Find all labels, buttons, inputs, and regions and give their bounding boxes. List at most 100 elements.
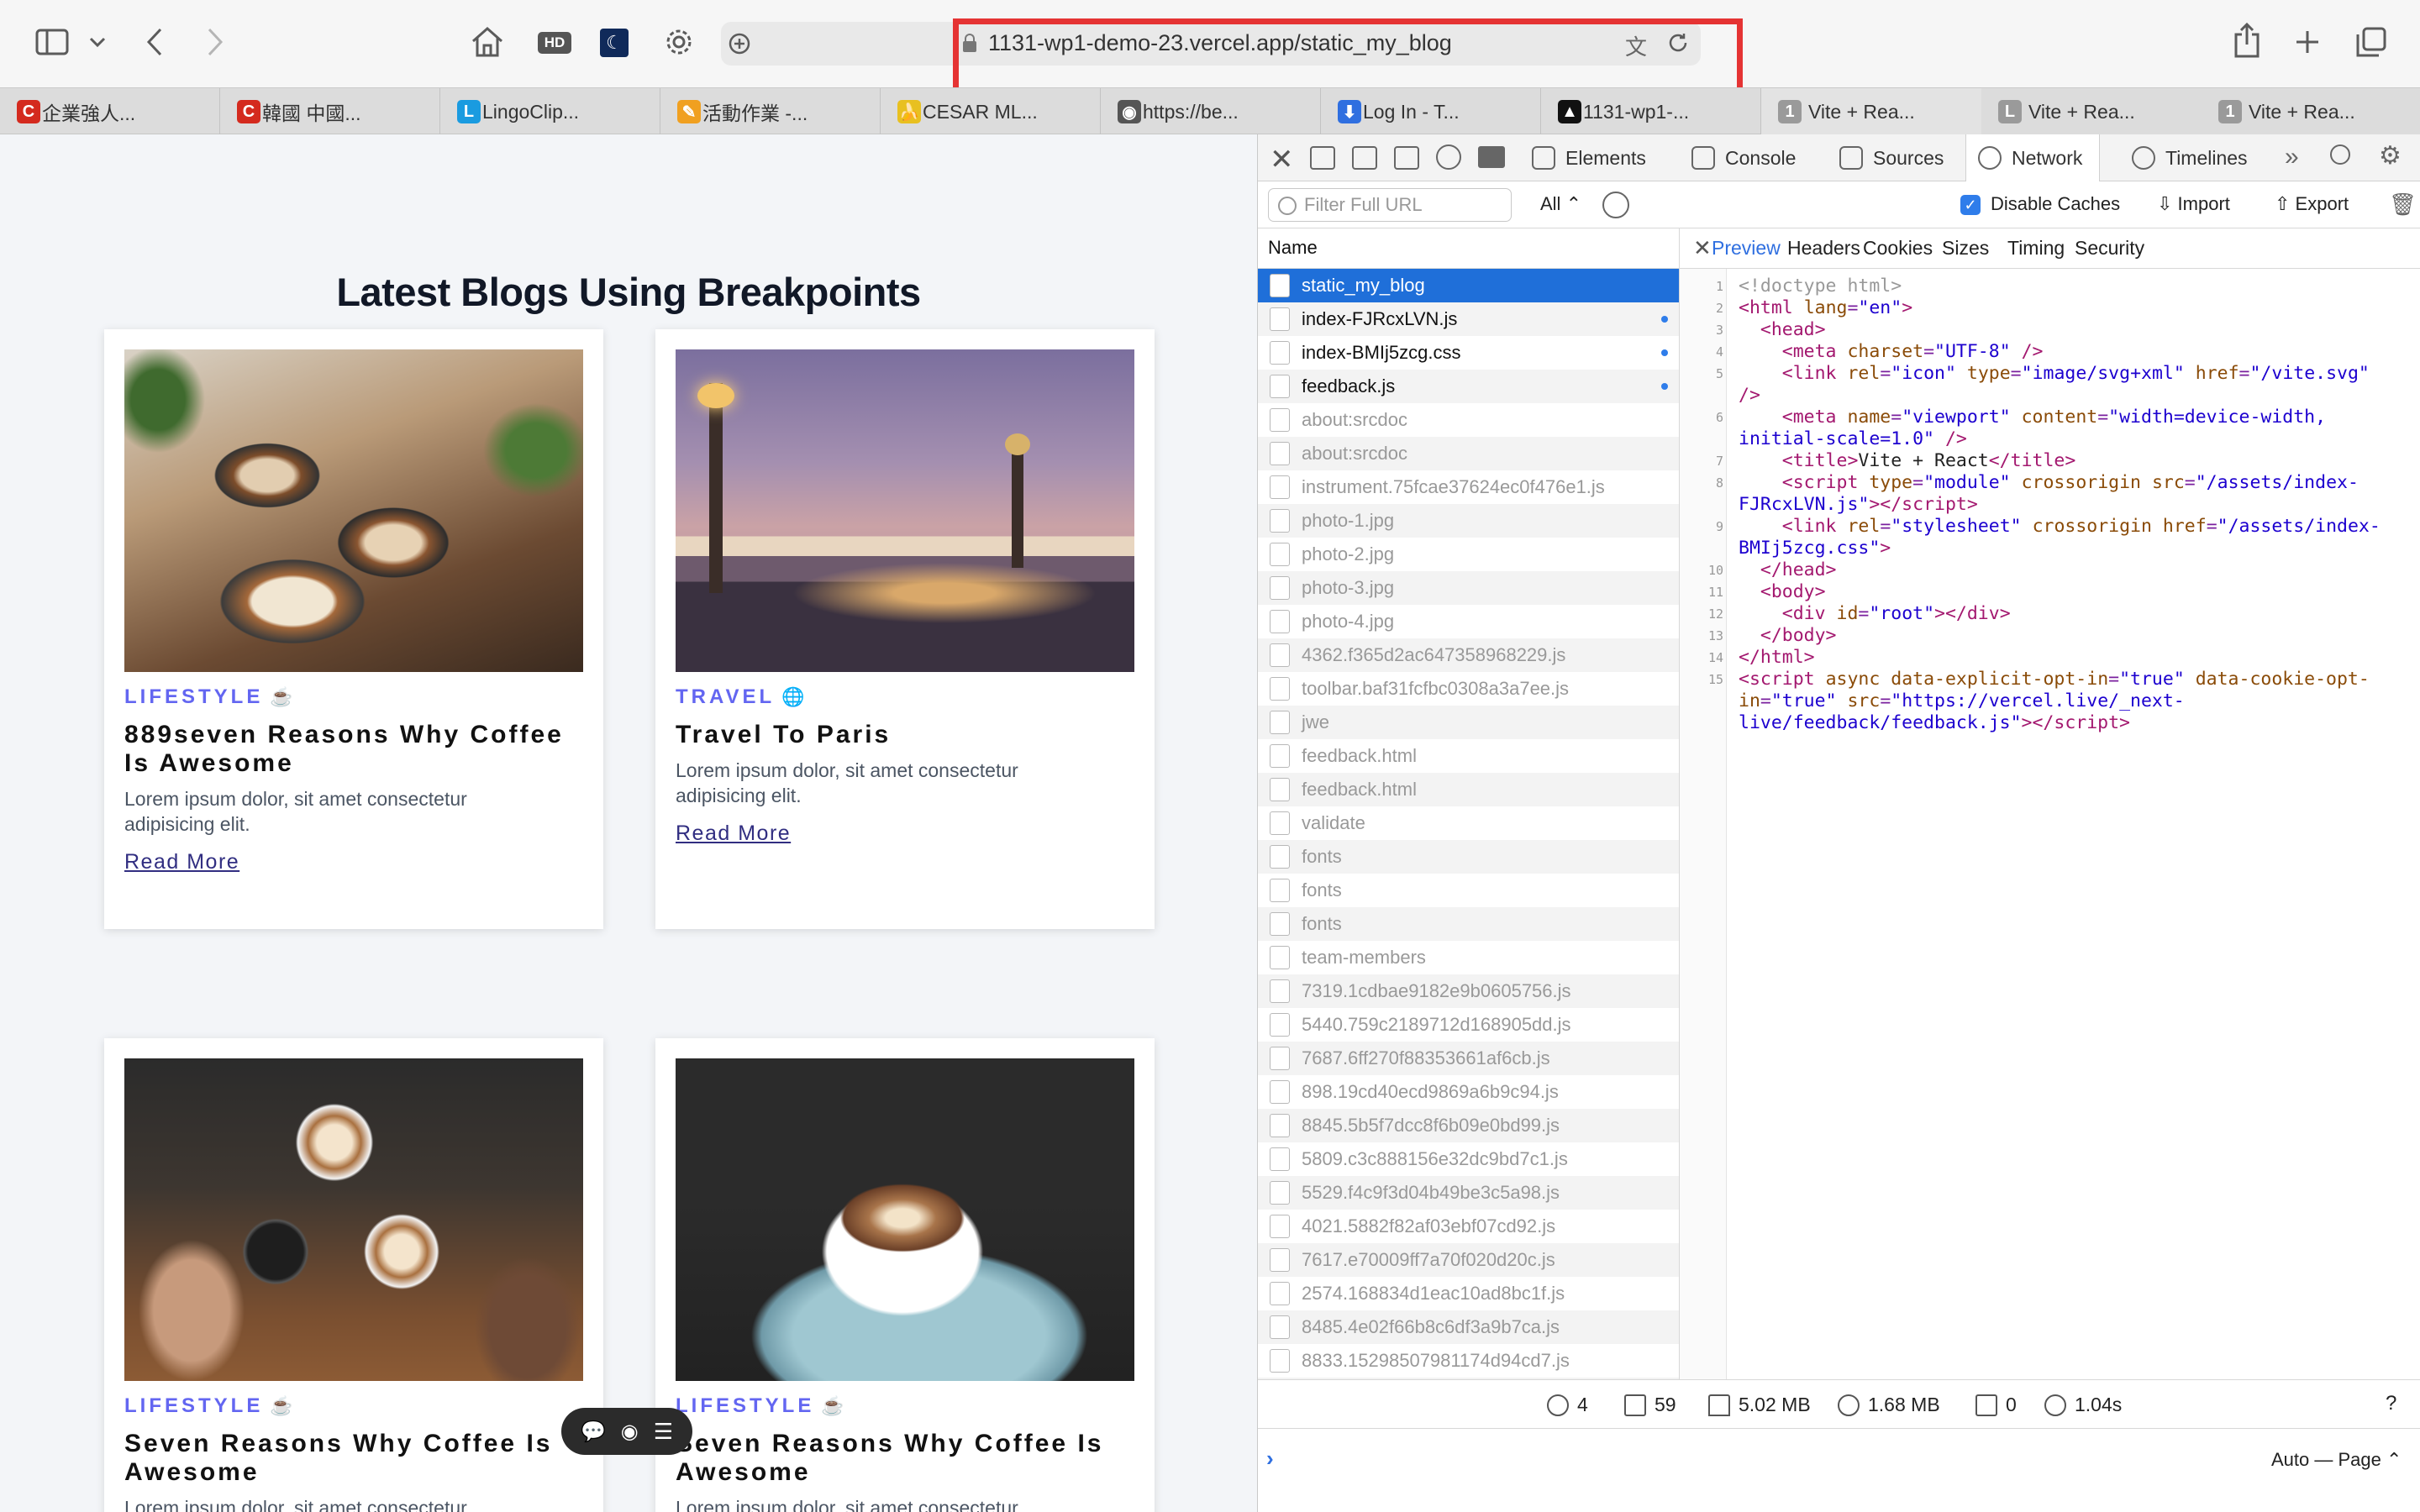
request-row[interactable]: 8485.4e02f66b8c6df3a9b7ca.js	[1258, 1310, 1679, 1344]
tab-timing[interactable]: Timing	[2007, 237, 2065, 260]
console-prompt-bar[interactable]: › Auto — Page ⌃	[1258, 1428, 2420, 1512]
execution-context-select[interactable]: Auto — Page ⌃	[2271, 1449, 2402, 1471]
request-row[interactable]: team-members	[1258, 941, 1679, 974]
request-row[interactable]: about:srcdoc	[1258, 403, 1679, 437]
eye-icon[interactable]: ◉	[621, 1420, 639, 1444]
tab-item[interactable]: L LingoClip...	[440, 88, 660, 135]
request-row[interactable]: 7687.6ff270f88353661af6cb.js	[1258, 1042, 1679, 1075]
request-row[interactable]: about:srcdoc	[1258, 437, 1679, 470]
request-row[interactable]: 7617.e70009ff7a70f020d20c.js	[1258, 1243, 1679, 1277]
request-row[interactable]: static_my_blog	[1258, 269, 1679, 302]
tab-headers[interactable]: Headers	[1787, 237, 1860, 260]
request-row[interactable]: jwe	[1258, 706, 1679, 739]
request-row[interactable]: 2574.168834d1eac10ad8bc1f.js	[1258, 1277, 1679, 1310]
request-row[interactable]: photo-4.jpg	[1258, 605, 1679, 638]
request-name: photo-3.jpg	[1302, 577, 1395, 598]
search-icon[interactable]	[2330, 144, 2350, 165]
tab-label: CESAR ML...	[923, 100, 1038, 123]
gear-icon[interactable]	[662, 25, 696, 59]
tab-cookies[interactable]: Cookies	[1863, 237, 1933, 260]
settings-gear-icon[interactable]: ⚙	[2379, 141, 2402, 171]
request-row[interactable]: index-FJRcxLVN.js	[1258, 302, 1679, 336]
device-icon[interactable]	[1478, 146, 1505, 168]
chevron-down-icon[interactable]	[87, 32, 108, 52]
clear-icon[interactable]: 🗑	[2389, 192, 2417, 218]
tab-item[interactable]: ⬇ Log In - T...	[1321, 88, 1541, 135]
hd-badge[interactable]: HD	[538, 32, 571, 54]
more-tabs-icon[interactable]: »	[2285, 143, 2299, 171]
request-row[interactable]: 5529.f4c9f3d04b49be3c5a98.js	[1258, 1176, 1679, 1210]
menu-icon[interactable]: ☰	[654, 1419, 673, 1445]
crosshair-icon[interactable]	[1436, 144, 1461, 170]
filter-options-icon[interactable]	[1602, 192, 1629, 218]
request-row[interactable]: index-BMIj5zcg.css	[1258, 336, 1679, 370]
tab-preview[interactable]: Preview	[1712, 237, 1781, 260]
request-row[interactable]: feedback.html	[1258, 739, 1679, 773]
read-more-link[interactable]: Read More	[676, 822, 791, 846]
request-row[interactable]: 5440.759c2189712d168905dd.js	[1258, 1008, 1679, 1042]
request-row[interactable]: 5809.c3c888156e32dc9bd7c1.js	[1258, 1142, 1679, 1176]
tab-item[interactable]: L Vite + Rea...	[1981, 88, 2203, 135]
sidebar-toggle-icon[interactable]	[34, 27, 71, 57]
back-icon[interactable]	[141, 25, 168, 59]
request-row[interactable]: fonts	[1258, 840, 1679, 874]
close-icon[interactable]: ✕	[1270, 143, 1294, 176]
line-gutter: 1 2 3 4 5 6 7 8 9 10 11 12 13 14 15	[1680, 269, 1727, 1379]
request-row[interactable]: feedback.js	[1258, 370, 1679, 403]
resource-type-select[interactable]: All ⌃	[1540, 193, 1581, 215]
tab-elements[interactable]: Elements	[1532, 134, 1646, 181]
request-name: 2574.168834d1eac10ad8bc1f.js	[1302, 1283, 1565, 1304]
request-row[interactable]: photo-1.jpg	[1258, 504, 1679, 538]
tab-item[interactable]: ▲ 1131-wp1-...	[1541, 88, 1761, 135]
request-row[interactable]: 898.19cd40ecd9869a6b9c94.js	[1258, 1075, 1679, 1109]
request-row[interactable]: photo-3.jpg	[1258, 571, 1679, 605]
request-row[interactable]: 4021.5882f82af03ebf07cd92.js	[1258, 1210, 1679, 1243]
tab-console[interactable]: Console	[1691, 134, 1796, 181]
dock-left-icon[interactable]	[1310, 146, 1335, 170]
request-row[interactable]: 8845.5b5f7dcc8f6b09e0bd99.js	[1258, 1109, 1679, 1142]
dark-mode-icon[interactable]: ☾	[600, 29, 629, 57]
tab-overview-icon[interactable]	[2354, 25, 2388, 59]
request-row[interactable]: feedback.html	[1258, 773, 1679, 806]
tab-item[interactable]: C 企業強人...	[0, 88, 220, 135]
css-file-icon	[1270, 341, 1290, 365]
import-button[interactable]: ⇩ Import	[2157, 193, 2230, 215]
tab-item[interactable]: 1 Vite + Rea...	[2202, 88, 2420, 135]
read-more-link[interactable]: Read More	[124, 850, 239, 874]
detach-icon[interactable]	[1394, 146, 1419, 170]
tab-item[interactable]: ✎ 活動作業 -...	[660, 88, 881, 135]
add-page-icon[interactable]	[728, 32, 751, 55]
request-row[interactable]: 4362.f365d2ac647358968229.js	[1258, 638, 1679, 672]
new-tab-icon[interactable]	[2292, 27, 2323, 57]
name-column-header[interactable]: Name	[1258, 228, 1680, 269]
help-icon[interactable]: ?	[2386, 1392, 2396, 1415]
request-row[interactable]: 8833.15298507981174d94cd7.js	[1258, 1344, 1679, 1378]
line-number: 5	[1715, 366, 1723, 381]
tab-sources[interactable]: Sources	[1839, 134, 1944, 181]
disable-caches-checkbox[interactable]: ✓	[1960, 195, 1981, 215]
close-detail-icon[interactable]: ✕	[1693, 235, 1712, 261]
filter-url-input[interactable]: Filter Full URL	[1268, 188, 1512, 222]
request-row[interactable]: fonts	[1258, 907, 1679, 941]
tab-security[interactable]: Security	[2075, 237, 2144, 260]
tab-item[interactable]: ◉ https://be...	[1101, 88, 1321, 135]
export-button[interactable]: ⇧ Export	[2275, 193, 2349, 215]
comment-icon[interactable]: 💬	[581, 1420, 606, 1444]
request-row[interactable]: toolbar.baf31fcfbc0308a3a7ee.js	[1258, 672, 1679, 706]
tab-item[interactable]: 1 Vite + Rea...	[1761, 88, 1983, 135]
tab-timelines[interactable]: Timelines	[2132, 134, 2248, 181]
request-row[interactable]: 7319.1cdbae9182e9b0605756.js	[1258, 974, 1679, 1008]
request-row[interactable]: validate	[1258, 806, 1679, 840]
request-row[interactable]: fonts	[1258, 874, 1679, 907]
share-icon[interactable]	[2232, 22, 2262, 59]
tab-network[interactable]: Network	[1965, 134, 2101, 181]
home-icon[interactable]	[469, 24, 506, 60]
tab-sizes[interactable]: Sizes	[1942, 237, 1989, 260]
request-row[interactable]: instrument.75fcae37624ec0f476e1.js	[1258, 470, 1679, 504]
forward-icon[interactable]	[202, 25, 229, 59]
request-name: 8845.5b5f7dcc8f6b09e0bd99.js	[1302, 1115, 1560, 1136]
request-row[interactable]: photo-2.jpg	[1258, 538, 1679, 571]
tab-item[interactable]: C 韓國 中國...	[220, 88, 440, 135]
tab-item[interactable]: 🍌 CESAR ML...	[881, 88, 1101, 135]
dock-bottom-icon[interactable]	[1352, 146, 1377, 170]
